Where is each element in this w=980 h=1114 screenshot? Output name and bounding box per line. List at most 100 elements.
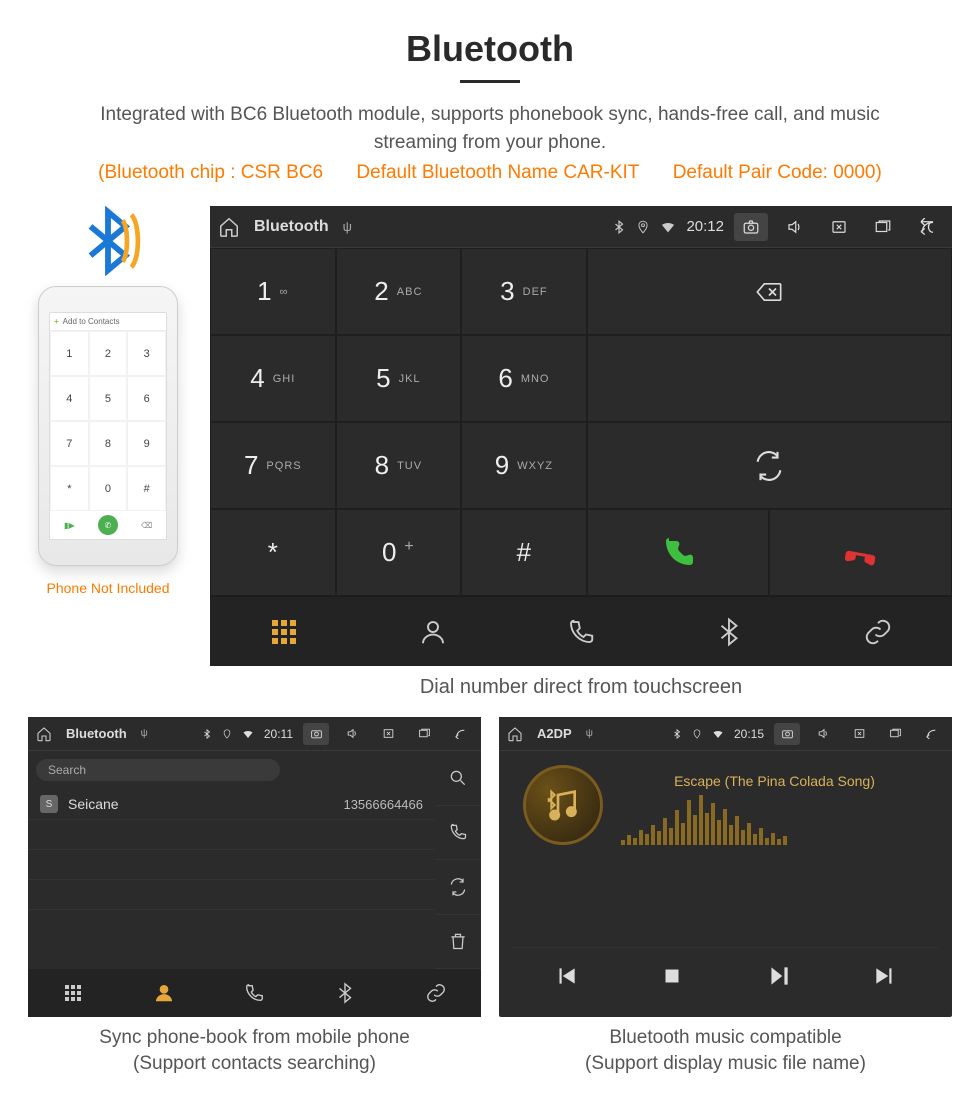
screenshot-button[interactable] <box>774 723 800 745</box>
key-1[interactable]: 1∞ <box>210 248 336 335</box>
phonebook-tabs <box>28 969 481 1017</box>
spec-chip: (Bluetooth chip : CSR BC6 <box>98 162 323 183</box>
clock-time: 20:12 <box>686 218 724 235</box>
close-app-button[interactable] <box>375 723 401 745</box>
tab-dialpad[interactable] <box>28 969 119 1017</box>
person-icon <box>418 617 448 647</box>
phone-keypad: 123 456 789 *0# <box>50 331 166 511</box>
phone-screen: +Add to Contacts 123 456 789 *0# ▮▶ ✆ ⌫ <box>49 312 167 540</box>
phone-add-contacts: +Add to Contacts <box>50 313 166 331</box>
back-button[interactable] <box>910 213 944 241</box>
music-body: Escape (The Pina Colada Song) <box>499 751 952 1017</box>
dialpad-icon <box>272 620 296 644</box>
swap-button[interactable] <box>587 422 952 509</box>
blank-key-r2 <box>587 335 952 422</box>
volume-button[interactable] <box>778 213 812 241</box>
recent-apps-button[interactable] <box>411 723 437 745</box>
contact-name: Seicane <box>68 796 119 812</box>
bluetooth-icon <box>202 729 212 739</box>
bluetooth-signal-icon <box>73 206 143 276</box>
key-8[interactable]: 8TUV <box>336 422 462 509</box>
volume-button[interactable] <box>810 723 836 745</box>
contact-row-empty <box>28 880 435 910</box>
link-icon <box>863 617 893 647</box>
next-track-button[interactable] <box>832 948 938 1003</box>
close-app-button[interactable] <box>846 723 872 745</box>
wifi-icon <box>242 728 254 740</box>
bluetooth-tab-icon <box>334 982 356 1004</box>
dialer-tabs <box>210 596 952 666</box>
home-icon[interactable] <box>507 726 523 742</box>
side-call-button[interactable] <box>435 806 481 861</box>
tab-contacts[interactable] <box>119 969 210 1017</box>
contact-badge: S <box>40 795 58 813</box>
phone-body: +Add to Contacts 123 456 789 *0# ▮▶ ✆ ⌫ <box>38 286 178 566</box>
key-3[interactable]: 3DEF <box>461 248 587 335</box>
spec-line: (Bluetooth chip : CSR BC6 Default Blueto… <box>0 162 980 184</box>
title-underline <box>460 80 520 83</box>
phonebook-side-actions <box>435 751 481 969</box>
search-input[interactable]: Search <box>36 759 280 781</box>
backspace-button[interactable] <box>587 248 952 335</box>
key-9[interactable]: 9WXYZ <box>461 422 587 509</box>
bt-music-icon <box>543 785 583 825</box>
screenshot-button[interactable] <box>734 213 768 241</box>
stop-button[interactable] <box>619 948 725 1003</box>
usb-icon: ψ <box>586 728 593 739</box>
phone-caption: Phone Not Included <box>47 580 170 596</box>
wifi-icon <box>660 219 676 235</box>
album-art <box>523 765 603 845</box>
clock-time: 20:15 <box>734 727 764 741</box>
recent-apps-button[interactable] <box>866 213 900 241</box>
phonebook-caption: Sync phone-book from mobile phone (Suppo… <box>28 1025 481 1076</box>
tab-contacts[interactable] <box>358 597 506 666</box>
contact-row[interactable]: S Seicane 13566664466 <box>28 789 435 820</box>
contact-row-empty <box>28 820 435 850</box>
phone-icon <box>243 982 265 1004</box>
screenshot-button[interactable] <box>303 723 329 745</box>
key-6[interactable]: 6MNO <box>461 335 587 422</box>
description: Integrated with BC6 Bluetooth module, su… <box>0 101 980 156</box>
key-7[interactable]: 7PQRS <box>210 422 336 509</box>
dialpad-icon <box>65 985 81 1001</box>
bluetooth-icon <box>612 220 626 234</box>
app-title: Bluetooth <box>254 218 329 236</box>
side-sync-button[interactable] <box>435 860 481 915</box>
tab-bluetooth[interactable] <box>655 597 803 666</box>
tab-dialpad[interactable] <box>210 597 358 666</box>
key-5[interactable]: 5JKL <box>336 335 462 422</box>
home-icon[interactable] <box>36 726 52 742</box>
key-star[interactable]: * <box>210 509 336 596</box>
tab-bluetooth[interactable] <box>300 969 391 1017</box>
side-search-button[interactable] <box>435 751 481 806</box>
end-call-button[interactable] <box>769 509 952 596</box>
tab-pair[interactable] <box>804 597 952 666</box>
location-icon <box>636 220 650 234</box>
recent-apps-button[interactable] <box>882 723 908 745</box>
close-app-button[interactable] <box>822 213 856 241</box>
phone-mock: +Add to Contacts 123 456 789 *0# ▮▶ ✆ ⌫ … <box>28 206 188 596</box>
key-4[interactable]: 4GHI <box>210 335 336 422</box>
page-title: Bluetooth <box>0 28 980 70</box>
equalizer-visual <box>621 795 928 845</box>
prev-track-button[interactable] <box>513 948 619 1003</box>
volume-button[interactable] <box>339 723 365 745</box>
key-0[interactable]: 0+ <box>336 509 462 596</box>
play-pause-button[interactable] <box>726 948 832 1003</box>
tab-recent-calls[interactable] <box>507 597 655 666</box>
app-title: A2DP <box>537 726 572 741</box>
tab-pair[interactable] <box>390 969 481 1017</box>
phonebook-statusbar: Bluetooth ψ 20:11 <box>28 717 481 751</box>
back-button[interactable] <box>918 723 944 745</box>
tab-recent-calls[interactable] <box>209 969 300 1017</box>
key-2[interactable]: 2ABC <box>336 248 462 335</box>
music-panel: A2DP ψ 20:15 Escape (The P <box>499 717 952 1017</box>
bluetooth-icon <box>672 729 682 739</box>
key-hash[interactable]: # <box>461 509 587 596</box>
back-button[interactable] <box>447 723 473 745</box>
call-button[interactable] <box>587 509 770 596</box>
home-icon[interactable] <box>218 216 240 238</box>
spec-code: Default Pair Code: 0000) <box>673 162 882 183</box>
side-delete-button[interactable] <box>435 915 481 970</box>
wifi-icon <box>712 728 724 740</box>
